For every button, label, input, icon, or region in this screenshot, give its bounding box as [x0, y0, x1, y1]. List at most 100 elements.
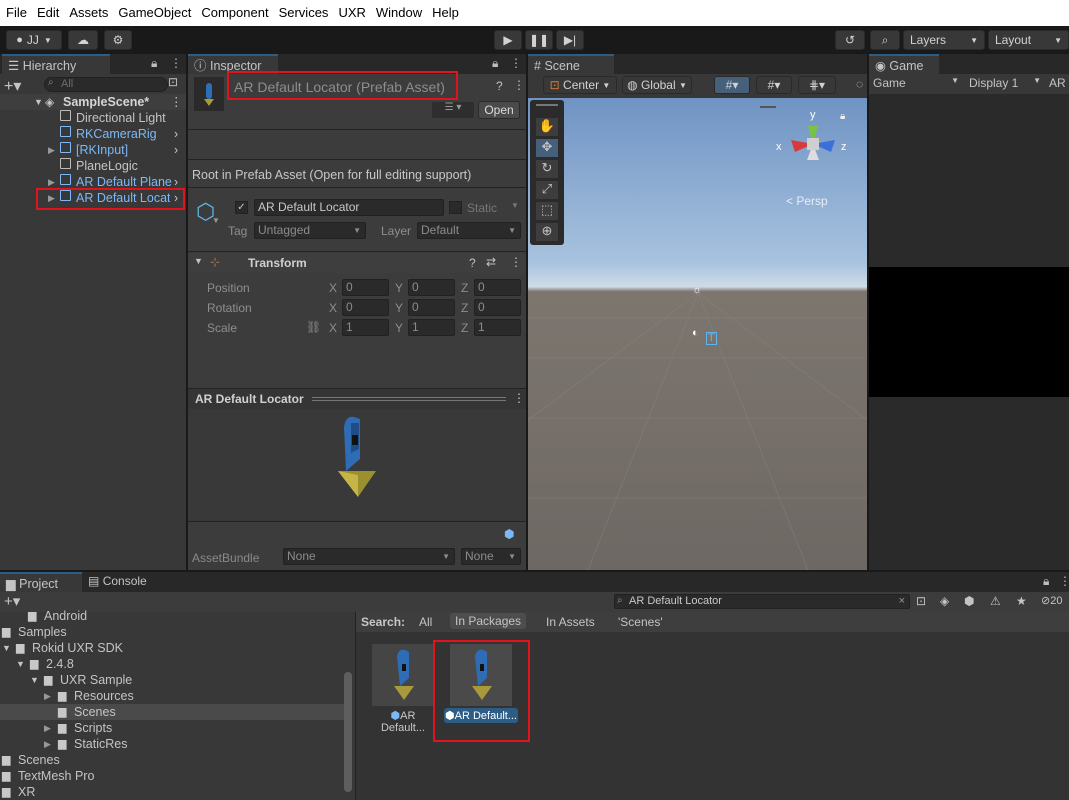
filter-icon[interactable]: ⊡: [168, 75, 178, 89]
menu-component[interactable]: Component: [196, 0, 273, 26]
pause-button[interactable]: ❚❚: [525, 30, 553, 50]
search-type-icon[interactable]: ⊡: [916, 594, 926, 608]
more-icon[interactable]: ⋮: [510, 255, 522, 269]
preset-icon[interactable]: ⇄: [486, 255, 496, 269]
tag-dropdown[interactable]: Untagged ▼: [254, 222, 366, 239]
aspect-dropdown[interactable]: AR: [1049, 76, 1066, 90]
tab-project[interactable]: ▆ Project: [0, 572, 82, 592]
warning-icon[interactable]: ⚠: [990, 594, 1001, 608]
transform-header[interactable]: ▼ ⊹ Transform ? ⇄ ⋮: [188, 253, 526, 273]
tree-item[interactable]: ▶▆TextMesh Pro: [0, 768, 344, 784]
layer-dropdown[interactable]: Default ▼: [417, 222, 521, 239]
static-checkbox[interactable]: [449, 201, 462, 214]
game-viewport[interactable]: [869, 267, 1069, 397]
game-mode-dropdown[interactable]: Game ▼: [873, 76, 959, 90]
drag-handle[interactable]: [312, 397, 506, 401]
asset-label[interactable]: ⬢AR Default...: [368, 709, 438, 734]
menu-help[interactable]: Help: [427, 0, 464, 26]
label-filter-icon[interactable]: ⬢: [964, 594, 974, 608]
scope-all[interactable]: All: [419, 615, 432, 629]
assetbundle-dropdown[interactable]: None ▼: [283, 548, 455, 565]
lock-icon[interactable]: 🔒︎: [151, 56, 157, 71]
filter-type-icon[interactable]: ◈: [940, 594, 949, 608]
transform-x-field[interactable]: 1: [342, 319, 389, 336]
scene-viewport[interactable]: ✋ ✥ ↻ ⤢ ⬚ ⊕ y x z 🔒︎ < Persp ☼ ◐ T: [528, 98, 867, 570]
space-dropdown[interactable]: ◍ Global ▼: [622, 76, 692, 94]
scale-tool-icon[interactable]: ⤢: [536, 181, 558, 199]
account-dropdown[interactable]: ● JJ ▼: [6, 30, 62, 50]
menu-gameobject[interactable]: GameObject: [113, 0, 196, 26]
open-button[interactable]: Open: [478, 101, 520, 119]
menu-window[interactable]: Window: [371, 0, 427, 26]
tree-item[interactable]: ▶ ▆ Resources: [0, 688, 344, 704]
scope-in-assets[interactable]: In Assets: [546, 615, 595, 629]
more-icon[interactable]: ⋮: [170, 94, 183, 110]
lock-icon[interactable]: 🔒︎: [1043, 574, 1049, 589]
menu-assets[interactable]: Assets: [64, 0, 113, 26]
add-icon[interactable]: +▾: [4, 76, 21, 96]
pivot-dropdown[interactable]: ⊡ Center ▼: [543, 76, 617, 94]
transform-tool-icon[interactable]: ⊕: [536, 223, 558, 241]
more-icon[interactable]: ⋮: [170, 56, 182, 70]
more-icon[interactable]: ⋮: [513, 391, 525, 405]
object-name-field[interactable]: AR Default Locator: [254, 199, 444, 216]
hierarchy-search-input[interactable]: All: [44, 77, 168, 92]
transform-z-field[interactable]: 0: [474, 299, 521, 316]
tab-console[interactable]: ▤ Console: [88, 574, 147, 588]
list-item[interactable]: PlaneLogic: [0, 158, 186, 174]
project-search-input[interactable]: AR Default Locator ×: [614, 594, 910, 609]
layers-dropdown[interactable]: Layers ▼: [903, 30, 985, 50]
tree-item[interactable]: ▼▆Samples: [0, 624, 344, 640]
list-item[interactable]: RKCameraRig ›: [0, 126, 186, 142]
expand-arrow-icon[interactable]: ▼: [2, 640, 11, 656]
grid-snap-button[interactable]: #▾: [714, 76, 750, 94]
transform-x-field[interactable]: 0: [342, 279, 389, 296]
transform-z-field[interactable]: 1: [474, 319, 521, 336]
transform-x-field[interactable]: 0: [342, 299, 389, 316]
transform-y-field[interactable]: 0: [408, 299, 455, 316]
tree-item[interactable]: ▼ ▆ UXR Sample: [0, 672, 344, 688]
persp-label[interactable]: < Persp: [786, 194, 828, 208]
search-button[interactable]: ⌕: [870, 30, 900, 50]
scope-scenes[interactable]: 'Scenes': [618, 615, 663, 629]
scene-row[interactable]: ▼ ◈ SampleScene* ⋮: [0, 94, 186, 110]
more-icon[interactable]: ⋮: [510, 56, 522, 70]
grid-button[interactable]: #▾: [756, 76, 792, 94]
more-icon[interactable]: ⋮: [513, 78, 525, 92]
menu-edit[interactable]: Edit: [32, 0, 64, 26]
display-dropdown[interactable]: Display 1 ▼: [969, 76, 1041, 90]
transform-y-field[interactable]: 1: [408, 319, 455, 336]
layout-dropdown[interactable]: Layout ▼: [988, 30, 1069, 50]
hidden-count-icon[interactable]: ⊘20: [1041, 594, 1062, 607]
tab-hierarchy[interactable]: ☰ Hierarchy: [2, 54, 110, 74]
chevron-down-icon[interactable]: ▼: [212, 216, 220, 225]
chevron-right-icon[interactable]: ›: [174, 142, 178, 158]
constrain-proportions-icon[interactable]: ⛓: [306, 320, 321, 334]
tree-item[interactable]: ▆ Scenes: [0, 752, 344, 768]
move-tool-icon[interactable]: ✥: [536, 139, 558, 157]
lock-icon[interactable]: 🔒︎: [492, 56, 498, 71]
tree-item[interactable]: ▆ Scenes: [0, 704, 344, 720]
chevron-down-icon[interactable]: ▼: [511, 201, 519, 210]
tree-item[interactable]: ▶▆XR: [0, 784, 344, 800]
menu-uxr[interactable]: UXR: [333, 0, 370, 26]
asset-thumbnail[interactable]: [372, 644, 434, 706]
scope-in-packages[interactable]: In Packages: [450, 613, 527, 629]
tree-scrollbar[interactable]: [344, 672, 352, 792]
tree-item[interactable]: ▼ ▆ 2.4.8: [0, 656, 344, 672]
tab-game[interactable]: ◉ Game: [869, 54, 939, 74]
expand-arrow-icon[interactable]: ▶: [44, 736, 51, 752]
list-item[interactable]: Directional Light: [0, 110, 186, 126]
play-button[interactable]: ▶: [494, 30, 522, 50]
active-checkbox[interactable]: ✓: [235, 201, 248, 214]
assetbundle-variant-dropdown[interactable]: None ▼: [461, 548, 521, 565]
transform-z-field[interactable]: 0: [474, 279, 521, 296]
expand-arrow-icon[interactable]: ▶: [48, 142, 55, 158]
star-icon[interactable]: ★: [1016, 594, 1027, 608]
list-item[interactable]: ▶ [RKInput] ›: [0, 142, 186, 158]
menu-file[interactable]: File: [0, 0, 32, 26]
help-icon[interactable]: ?: [469, 256, 476, 270]
step-button[interactable]: ▶|: [556, 30, 584, 50]
expand-arrow-icon[interactable]: ▶: [44, 720, 51, 736]
expand-arrow-icon[interactable]: ▼: [30, 672, 39, 688]
